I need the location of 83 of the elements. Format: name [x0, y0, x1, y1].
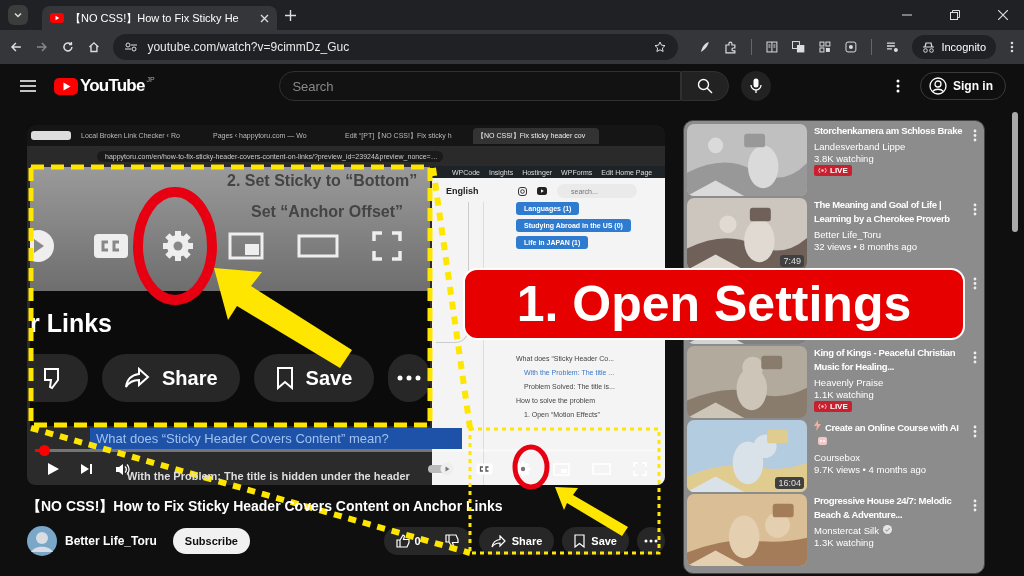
captions-icon — [93, 233, 130, 259]
new-tab-icon[interactable] — [285, 9, 296, 21]
back-icon[interactable] — [10, 41, 22, 53]
settings-icon[interactable] — [515, 461, 531, 477]
save-button: Save — [253, 354, 375, 402]
play-icon[interactable] — [47, 462, 60, 476]
thumbs-up-icon — [395, 534, 410, 548]
user-icon — [929, 77, 947, 95]
fullscreen-icon — [371, 231, 402, 261]
video-meta: 1.1K watching — [814, 389, 875, 400]
live-badge: LIVE — [814, 165, 852, 176]
extensions-icon[interactable] — [724, 40, 738, 54]
outline-item: Set “Anchor Offset” — [251, 203, 404, 221]
more-button[interactable] — [637, 527, 665, 555]
share-icon — [490, 534, 506, 548]
tab-list-button[interactable] — [8, 5, 28, 25]
menu-icon[interactable] — [20, 80, 36, 92]
miniplayer-icon — [227, 232, 264, 260]
step-banner: 1. Open Settings — [463, 268, 965, 340]
incognito-icon — [922, 41, 936, 53]
live-badge: LIVE — [814, 401, 852, 412]
restore-icon[interactable] — [950, 10, 960, 20]
duration-badge: 16:04 — [775, 477, 804, 489]
close-icon[interactable] — [260, 13, 269, 23]
media-icon[interactable] — [885, 41, 899, 53]
more-icon — [644, 539, 658, 543]
feather-icon[interactable] — [698, 41, 711, 53]
theater-mode-icon — [296, 232, 339, 260]
outline-item: 2. Set Sticky to “Bottom” — [227, 172, 419, 190]
grid-icon[interactable] — [818, 41, 831, 53]
share-icon — [124, 367, 150, 389]
search-button[interactable] — [681, 71, 730, 101]
autoplay-toggle-icon[interactable] — [428, 462, 454, 476]
browser-tab[interactable]: 【NO CSS!】How to Fix Sticky He — [42, 6, 277, 30]
home-icon[interactable] — [87, 41, 100, 53]
captions-icon[interactable] — [476, 463, 493, 475]
video-meta: 9.7K views • 4 months ago — [814, 464, 928, 475]
share-button[interactable]: Share — [478, 527, 555, 555]
search-field[interactable]: Search — [279, 71, 682, 101]
settings-icon — [162, 230, 195, 262]
translate-icon[interactable] — [792, 41, 805, 53]
youtube-logo-icon[interactable] — [54, 77, 78, 95]
reading-list-icon[interactable] — [766, 41, 778, 53]
microphone-icon — [750, 78, 763, 94]
screenshot-icon[interactable] — [844, 41, 857, 53]
youtube-icon[interactable] — [537, 187, 547, 195]
url-text: youtube.com/watch?v=9cimmDz_Guc — [147, 40, 350, 54]
channel-name[interactable]: Better Life_Toru — [65, 534, 157, 548]
more-icon — [397, 375, 422, 381]
chevron-down-icon — [13, 10, 23, 20]
logo-text[interactable]: YouTube — [80, 76, 145, 96]
reload-icon[interactable] — [61, 41, 74, 53]
share-button: Share — [102, 354, 240, 402]
video-meta: 32 views • 8 months ago — [814, 241, 919, 252]
highlight-circle — [512, 444, 550, 490]
more-icon[interactable] — [896, 79, 900, 93]
youtube-icon — [50, 13, 64, 23]
search-icon — [697, 78, 714, 94]
bookmark-icon — [574, 534, 586, 548]
channel-avatar[interactable] — [27, 526, 57, 556]
broadcast-icon — [818, 403, 827, 410]
forward-icon[interactable] — [35, 41, 48, 53]
incognito-button[interactable]: Incognito — [912, 35, 997, 59]
more-icon[interactable] — [1010, 41, 1014, 53]
save-button[interactable]: Save — [562, 527, 629, 555]
star-icon[interactable] — [654, 41, 667, 53]
progress-thumb[interactable] — [39, 445, 51, 456]
video-meta: 3.8K watching — [814, 153, 875, 164]
language-selector[interactable]: English — [446, 186, 508, 196]
broadcast-icon — [818, 167, 827, 174]
video-meta: 1.3K watching — [814, 537, 875, 548]
duration-badge: 7:49 — [780, 255, 804, 267]
like-button[interactable]: 0 — [383, 527, 433, 555]
bookmark-icon — [275, 366, 294, 390]
next-icon[interactable] — [80, 463, 93, 475]
site-info-icon[interactable] — [125, 42, 138, 52]
close-icon[interactable] — [998, 10, 1008, 20]
address-field[interactable]: youtube.com/watch?v=9cimmDz_Guc — [113, 34, 679, 60]
section-heading: What does “Sticky Header Covers Content” mean? — [90, 428, 462, 449]
thumbs-down-icon — [444, 534, 459, 548]
subscribe-button[interactable]: Subscribe — [172, 528, 250, 554]
instagram-icon[interactable] — [518, 186, 527, 196]
voice-search-button[interactable] — [741, 71, 772, 101]
